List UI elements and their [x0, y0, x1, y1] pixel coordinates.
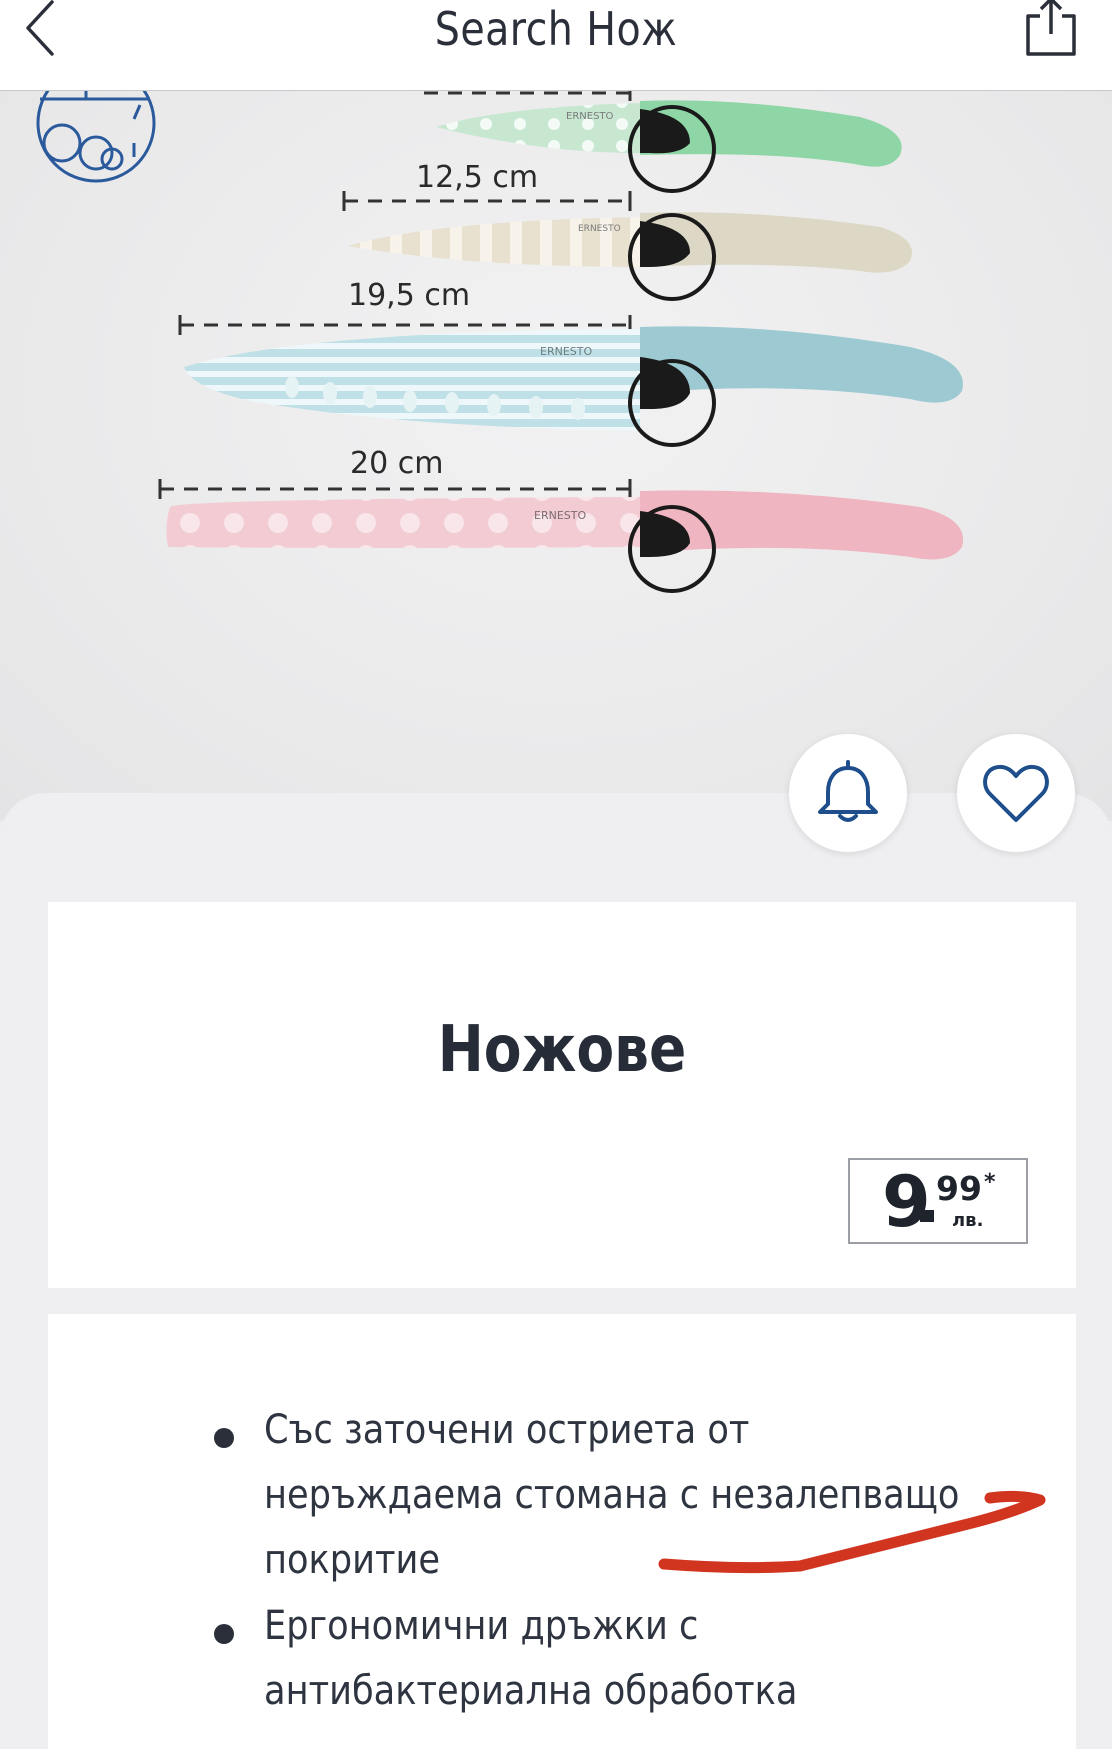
nav-bar: Search Нож: [0, 0, 1112, 91]
share-icon: [1026, 0, 1076, 56]
page-title: Search Нож: [434, 2, 678, 56]
red-underline-annotation: [658, 1490, 1046, 1574]
chevron-left-icon: [26, 0, 54, 56]
bell-icon: [818, 760, 878, 822]
product-page: Search Нож ERNESTO 12,5 cm ERNESTO 19,5 …: [0, 0, 1112, 1749]
share-button[interactable]: [1022, 0, 1082, 60]
favorite-button[interactable]: [957, 734, 1075, 852]
back-button[interactable]: [18, 0, 68, 60]
heart-icon: [983, 764, 1049, 822]
notify-button[interactable]: [789, 734, 907, 852]
